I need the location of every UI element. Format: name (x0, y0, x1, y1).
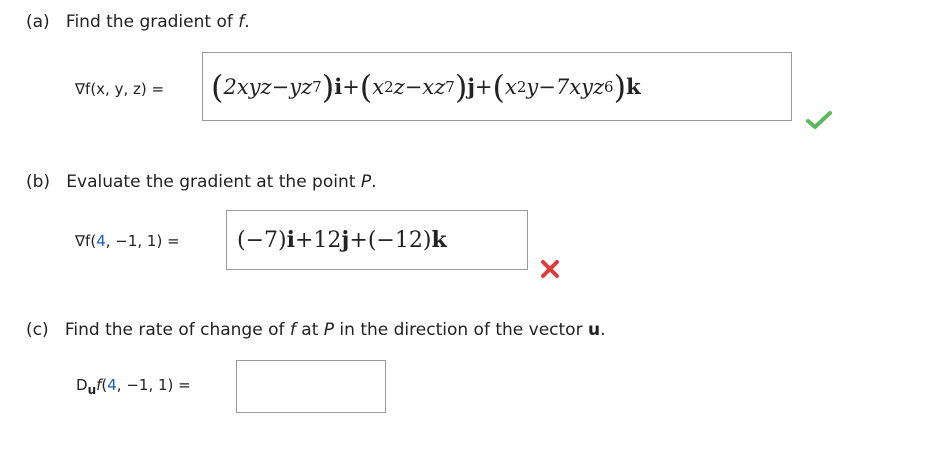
i-unit: i (334, 74, 343, 99)
part-c-end: . (600, 320, 606, 340)
b-i-val: −7 (245, 227, 279, 253)
part-c-var-p: P (323, 320, 335, 340)
part-b-prompt-text: Evaluate the gradient at the point (66, 172, 361, 192)
part-c-equals: = (178, 376, 191, 394)
paren-close-j: ) (454, 67, 468, 106)
part-c-rest: , −1, 1) (116, 376, 174, 394)
part-c-mid2: in the direction of the vector (334, 320, 588, 340)
paren-close-i: ) (321, 67, 335, 106)
part-c-vector-u: u (587, 320, 601, 340)
part-a-equals: = (151, 80, 165, 98)
part-b-equals: = (167, 232, 180, 250)
part-b-prompt: (b) Evaluate the gradient at the point P… (26, 172, 376, 192)
b-j-val: 12 (313, 227, 342, 253)
part-c-d: D (76, 376, 88, 394)
j-minus: − (404, 74, 423, 99)
j-term1b: z (393, 74, 405, 99)
k-term1: x (505, 74, 517, 99)
part-b-label: (b) (26, 172, 51, 192)
b-paren-close-k: ) (422, 227, 432, 253)
part-c-mid: at (295, 320, 324, 340)
part-b-x-value: 4 (96, 232, 106, 250)
part-b-prompt-var: P (360, 172, 372, 192)
part-c-prompt-text: Find the rate of change of (64, 320, 290, 340)
part-c-sub-u: u (87, 383, 97, 397)
k-unit: k (626, 74, 641, 99)
paren-open-j: ( (359, 67, 373, 106)
b-paren-open-i: ( (237, 227, 246, 253)
part-b-answer-field[interactable]: (−7) i + 12 j + (−12) k (226, 210, 528, 270)
paren-open-k: ( (492, 67, 506, 106)
part-c-answer-input[interactable] (236, 360, 386, 413)
plus1: + (342, 74, 360, 99)
plus2: + (474, 74, 493, 99)
b-plus1: + (294, 227, 314, 253)
part-c-prompt: (c) Find the rate of change of f at P in… (26, 320, 605, 340)
part-a-prompt: (a) Find the gradient of f. (26, 12, 250, 32)
part-c-lhs: Duf(4, −1, 1) = (76, 376, 191, 397)
part-b-answer-math: (−7) i + 12 j + (−12) k (237, 211, 447, 269)
b-i-unit: i (286, 227, 295, 253)
part-c-x-value: 4 (107, 376, 117, 394)
b-paren-close-i: ) (278, 227, 287, 253)
paren-open-i: ( (211, 67, 224, 106)
b-j-unit: j (341, 227, 350, 253)
i-term2: yz (289, 74, 313, 99)
k-term2: 7xyz (555, 74, 605, 99)
b-plus2: + (349, 227, 368, 253)
paren-close-k: ) (613, 67, 627, 106)
correct-check-icon (806, 110, 832, 130)
part-b-rest: , −1, 1) (105, 232, 163, 250)
part-c-label: (c) (26, 320, 49, 340)
part-a-answer-field[interactable]: (2xyz − yz 7) i + (x 2 z − xz 7) j + (x 2 y − 7x… (202, 52, 792, 121)
part-b-prompt-end: . (371, 172, 377, 192)
i-term1: 2xyz (223, 74, 272, 99)
j-term1: x (372, 74, 385, 99)
part-a-lhs: ∇f(x, y, z) = (75, 80, 164, 98)
i-minus: − (271, 74, 290, 99)
part-a-prompt-text: Find the gradient of (65, 12, 239, 32)
b-paren-open-k: ( (367, 227, 377, 253)
part-b-lhs: ∇f(4, −1, 1) = (75, 232, 180, 250)
incorrect-cross-icon (540, 259, 560, 279)
part-a-label: (a) (26, 12, 50, 32)
b-k-unit: k (431, 227, 447, 253)
k-minus: − (538, 74, 556, 99)
j-unit: j (467, 74, 475, 99)
part-b-nabla-f: ∇f (75, 232, 91, 250)
part-a-prompt-end: . (244, 12, 250, 32)
part-a-answer-math: (2xyz − yz 7) i + (x 2 z − xz 7) j + (x 2 y − 7x… (211, 67, 641, 106)
k-term1b: y (526, 74, 539, 99)
part-a-args: (x, y, z) (90, 80, 147, 98)
j-term2: xz (422, 74, 446, 99)
b-k-val: −12 (376, 227, 423, 253)
part-a-nabla-f: ∇f (75, 80, 91, 98)
